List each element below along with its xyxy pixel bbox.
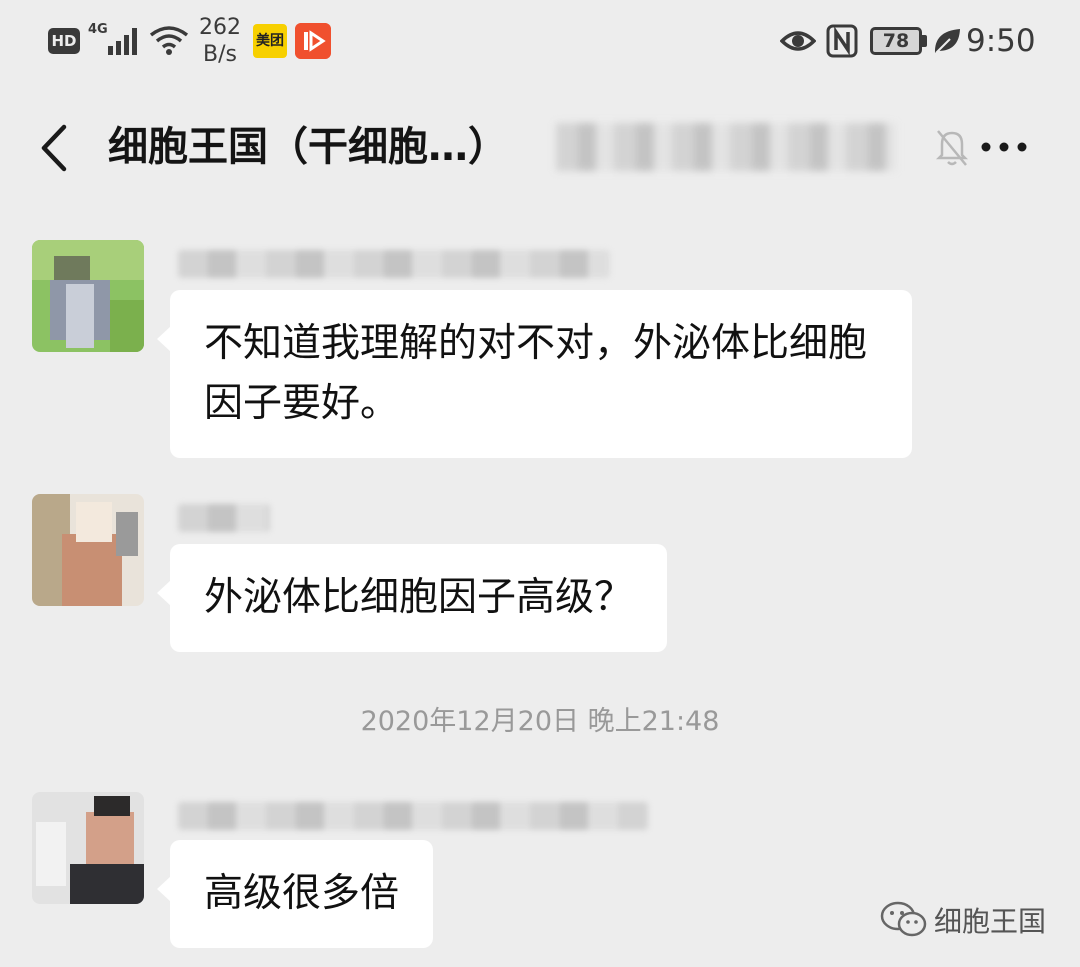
signal-icon: [108, 28, 137, 55]
eye-comfort-icon: [780, 31, 816, 51]
chat-header: 细胞王国（干细胞…）: [0, 95, 1080, 199]
message-bubble: 高级很多倍: [156, 840, 434, 948]
network-type: 4G: [88, 22, 108, 37]
back-arrow-icon[interactable]: [36, 123, 72, 173]
meituan-app-icon: 美团: [253, 24, 287, 58]
avatar[interactable]: [32, 240, 144, 352]
mute-bell-icon: [935, 130, 969, 166]
battery-cap: [922, 35, 927, 47]
battery-indicator: 78: [870, 27, 922, 55]
wifi-icon: [149, 26, 189, 55]
status-bar: HD 4G 262 B/s 美团 78 9:50: [0, 0, 1080, 84]
avatar[interactable]: [32, 792, 144, 904]
nfc-icon: [826, 24, 858, 58]
video-app-icon: [295, 23, 331, 59]
wechat-logo-icon: [880, 901, 927, 937]
chat-screen: HD 4G 262 B/s 美团 78 9:50 细胞王国（干细胞…） 不知道我…: [0, 0, 1080, 967]
message-timestamp: 2020年12月20日 晚上21:48: [360, 706, 720, 737]
watermark-text: 细胞王国: [934, 905, 1047, 938]
message-bubble: 不知道我理解的对不对，外泌体比细胞因子要好。: [157, 290, 912, 458]
chat-title: 细胞王国（干细胞…）: [108, 124, 508, 170]
chat-message: 外泌体比细胞因子高级？: [0, 494, 1080, 654]
sender-name-redacted: [178, 504, 270, 532]
speed-value: 262: [199, 15, 241, 40]
account-watermark: 细胞王国: [880, 898, 1046, 942]
more-options-icon[interactable]: [978, 131, 1030, 163]
hd-indicator: HD: [48, 28, 80, 54]
power-saving-leaf-icon: [934, 29, 960, 54]
status-time: 9:50: [966, 23, 1036, 59]
network-speed: 262 B/s: [198, 14, 242, 68]
sender-name-redacted: [178, 802, 648, 830]
sender-name-redacted: [178, 250, 610, 278]
chat-message: 不知道我理解的对不对，外泌体比细胞因子要好。: [0, 240, 1080, 470]
message-bubble: 外泌体比细胞因子高级？: [156, 544, 668, 652]
speed-unit: B/s: [203, 42, 237, 67]
redacted-title-part: [556, 123, 896, 171]
avatar[interactable]: [32, 494, 144, 606]
